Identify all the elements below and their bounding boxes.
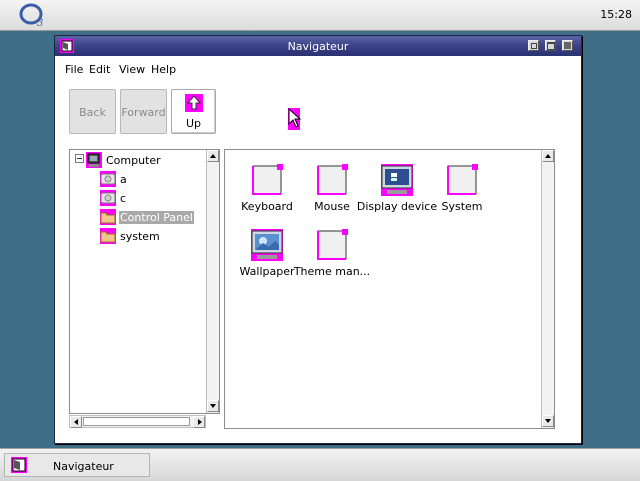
svg-text:3: 3 bbox=[37, 18, 43, 28]
menu-file[interactable]: File bbox=[65, 63, 83, 76]
scroll-right-button[interactable] bbox=[193, 416, 205, 428]
menu-view[interactable]: View bbox=[119, 63, 145, 76]
folder-tree[interactable]: Computer a c Control Panel system bbox=[69, 149, 220, 414]
scroll-left-button[interactable] bbox=[70, 416, 82, 428]
maximize-button[interactable] bbox=[545, 40, 556, 51]
scroll-down-button[interactable] bbox=[542, 415, 554, 427]
back-label: Back bbox=[79, 106, 106, 119]
drive-icon bbox=[100, 190, 116, 206]
up-arrow-icon bbox=[185, 94, 203, 112]
mouse-cursor-icon bbox=[288, 108, 302, 130]
collapse-toggle[interactable] bbox=[75, 154, 84, 163]
top-bar: 3 15:28 bbox=[0, 0, 640, 31]
icon-theme-manager[interactable]: Theme man... bbox=[294, 229, 370, 289]
close-button[interactable] bbox=[562, 40, 573, 51]
icon-label: Theme man... bbox=[293, 265, 371, 278]
tree-label: Control Panel bbox=[119, 211, 194, 224]
document-icon bbox=[317, 229, 348, 260]
icon-wallpaper[interactable]: Wallpaper bbox=[232, 229, 302, 289]
forward-button[interactable]: Forward bbox=[120, 89, 167, 134]
taskbar-label: Navigateur bbox=[53, 460, 114, 473]
navigator-window: Navigateur File Edit View Help Back Forw… bbox=[54, 35, 582, 444]
iconify-button[interactable] bbox=[528, 40, 539, 51]
tree-horizontal-scrollbar[interactable] bbox=[69, 415, 206, 428]
taskbar: Navigateur bbox=[0, 448, 640, 481]
tree-label: a bbox=[120, 173, 127, 186]
icon-mouse[interactable]: Mouse bbox=[297, 164, 367, 224]
folder-icon bbox=[100, 209, 116, 225]
title-bar[interactable]: Navigateur bbox=[55, 36, 581, 56]
icons-vertical-scrollbar[interactable] bbox=[541, 150, 554, 428]
icon-keyboard[interactable]: Keyboard bbox=[232, 164, 302, 224]
window-title: Navigateur bbox=[287, 40, 349, 53]
tree-label: system bbox=[120, 230, 160, 243]
scroll-down-button[interactable] bbox=[207, 400, 219, 412]
back-button[interactable]: Back bbox=[69, 89, 116, 134]
menu-help[interactable]: Help bbox=[151, 63, 176, 76]
tree-vertical-scrollbar[interactable] bbox=[206, 150, 219, 413]
tree-label: c bbox=[120, 192, 127, 205]
scroll-up-button[interactable] bbox=[542, 150, 554, 162]
folder-icon bbox=[100, 228, 116, 244]
icon-view[interactable]: Keyboard Mouse Display device System Wal… bbox=[224, 149, 555, 429]
menu-bar: File Edit View Help bbox=[55, 58, 581, 78]
computer-icon bbox=[86, 152, 102, 168]
horizontal-scroll-thumb[interactable] bbox=[83, 417, 190, 426]
forward-label: Forward bbox=[121, 106, 166, 119]
up-label: Up bbox=[185, 117, 202, 130]
os-logo[interactable]: 3 bbox=[18, 2, 50, 28]
clock: 15:28 bbox=[600, 8, 632, 21]
monitor-icon bbox=[381, 164, 413, 196]
document-icon bbox=[447, 164, 478, 195]
document-icon bbox=[317, 164, 348, 195]
document-icon bbox=[252, 164, 283, 195]
menu-edit[interactable]: Edit bbox=[89, 63, 110, 76]
tree-label: Computer bbox=[106, 154, 161, 167]
taskbar-item-navigateur[interactable]: Navigateur bbox=[4, 453, 150, 477]
icon-display-device[interactable]: Display device bbox=[357, 164, 437, 224]
icon-system[interactable]: System bbox=[427, 164, 497, 224]
icon-label: System bbox=[441, 200, 483, 213]
wallpaper-icon bbox=[251, 229, 283, 261]
scroll-up-button[interactable] bbox=[207, 150, 219, 162]
up-button[interactable]: Up bbox=[171, 89, 216, 134]
app-icon bbox=[11, 457, 27, 473]
drive-icon bbox=[100, 171, 116, 187]
